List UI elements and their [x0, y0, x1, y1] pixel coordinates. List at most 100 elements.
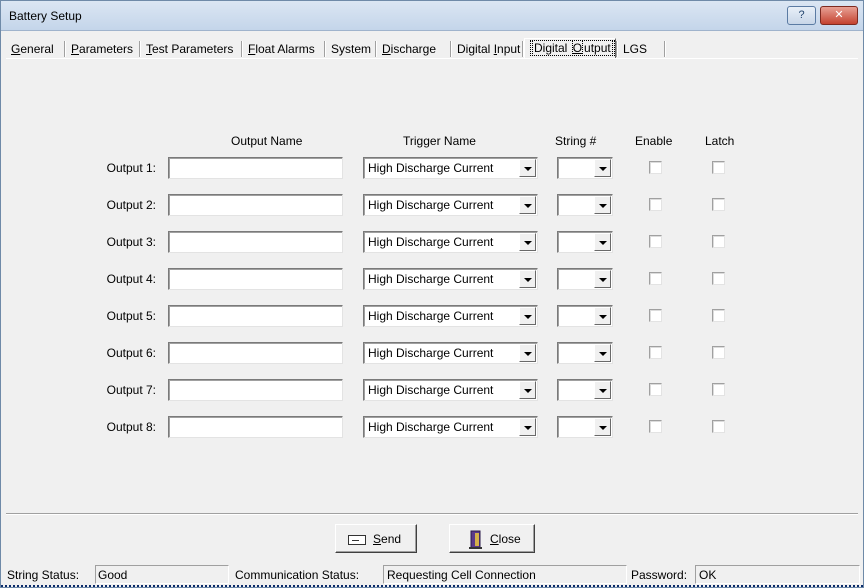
enable-checkbox[interactable]: [649, 420, 662, 433]
string-number-select[interactable]: [557, 157, 613, 179]
column-header-latch: Latch: [705, 134, 735, 148]
column-header-trigger-name: Trigger Name: [403, 134, 476, 148]
status-bar: String Status: Good Communication Status…: [1, 563, 863, 585]
title-bar[interactable]: Battery Setup ? ✕: [1, 1, 863, 31]
chevron-down-icon[interactable]: [594, 270, 611, 288]
output-row: Output 6: High Discharge Current: [1, 342, 863, 364]
output-label: Output 8:: [106, 420, 156, 434]
output-name-input[interactable]: [168, 194, 343, 216]
chevron-down-icon[interactable]: [594, 159, 611, 177]
chevron-down-icon[interactable]: [594, 307, 611, 325]
chevron-down-icon[interactable]: [519, 159, 536, 177]
output-row: Output 5: High Discharge Current: [1, 305, 863, 327]
string-number-select[interactable]: [557, 194, 613, 216]
password-field: [695, 565, 860, 584]
tab-float-alarms[interactable]: Float Alarms: [243, 40, 324, 58]
output-row: Output 1: High Discharge Current: [1, 157, 863, 179]
output-name-input[interactable]: [168, 157, 343, 179]
tab-discharge[interactable]: Discharge: [377, 40, 450, 58]
trigger-name-select[interactable]: High Discharge Current: [363, 305, 538, 327]
enable-checkbox[interactable]: [649, 161, 662, 174]
string-number-select[interactable]: [557, 416, 613, 438]
output-label: Output 5:: [106, 309, 156, 323]
send-button-label: Send: [373, 532, 402, 546]
output-label: Output 1:: [106, 161, 156, 175]
output-row: Output 2: High Discharge Current: [1, 194, 863, 216]
string-status-value: Good: [98, 568, 128, 582]
chevron-down-icon[interactable]: [519, 196, 536, 214]
tab-lgs[interactable]: LGS: [618, 40, 664, 58]
enable-checkbox[interactable]: [649, 235, 662, 248]
trigger-name-value: High Discharge Current: [368, 420, 494, 434]
tab-strip: General Parameters Test Parameters Float Al…: [6, 38, 860, 59]
enable-checkbox[interactable]: [649, 346, 662, 359]
close-icon[interactable]: ✕: [820, 6, 858, 25]
trigger-name-select[interactable]: High Discharge Current: [363, 157, 538, 179]
trigger-name-select[interactable]: High Discharge Current: [363, 342, 538, 364]
communication-status-value: Requesting Cell Connection: [387, 568, 536, 582]
trigger-name-select[interactable]: High Discharge Current: [363, 416, 538, 438]
tab-separator: [664, 41, 666, 57]
string-number-select[interactable]: [557, 231, 613, 253]
latch-checkbox[interactable]: [712, 420, 725, 433]
tab-label: Digital Output: [530, 40, 615, 56]
latch-checkbox[interactable]: [712, 235, 725, 248]
output-name-input[interactable]: [168, 231, 343, 253]
tab-system[interactable]: System: [326, 40, 375, 58]
trigger-name-select[interactable]: High Discharge Current: [363, 194, 538, 216]
trigger-name-value: High Discharge Current: [368, 235, 494, 249]
chevron-down-icon[interactable]: [594, 381, 611, 399]
chevron-down-icon[interactable]: [519, 344, 536, 362]
string-number-select[interactable]: [557, 268, 613, 290]
latch-checkbox[interactable]: [712, 309, 725, 322]
help-icon[interactable]: ?: [787, 6, 816, 25]
string-number-select[interactable]: [557, 379, 613, 401]
trigger-name-value: High Discharge Current: [368, 198, 494, 212]
tab-general[interactable]: General: [6, 40, 64, 58]
tab-parameters[interactable]: Parameters: [66, 40, 139, 58]
string-number-select[interactable]: [557, 305, 613, 327]
chevron-down-icon[interactable]: [594, 418, 611, 436]
output-name-input[interactable]: [168, 305, 343, 327]
close-button[interactable]: Close: [449, 524, 535, 553]
enable-checkbox[interactable]: [649, 272, 662, 285]
chevron-down-icon[interactable]: [519, 381, 536, 399]
trigger-name-select[interactable]: High Discharge Current: [363, 379, 538, 401]
trigger-name-select[interactable]: High Discharge Current: [363, 231, 538, 253]
output-name-input[interactable]: [168, 379, 343, 401]
tab-test-parameters[interactable]: Test Parameters: [141, 40, 241, 58]
chevron-down-icon[interactable]: [519, 270, 536, 288]
chevron-down-icon[interactable]: [519, 307, 536, 325]
tab-label: Float Alarms: [248, 42, 315, 56]
chevron-down-icon[interactable]: [594, 196, 611, 214]
string-number-select[interactable]: [557, 342, 613, 364]
send-button[interactable]: Send: [335, 524, 417, 553]
output-name-input[interactable]: [168, 268, 343, 290]
trigger-name-value: High Discharge Current: [368, 309, 494, 323]
latch-checkbox[interactable]: [712, 272, 725, 285]
chevron-down-icon[interactable]: [594, 233, 611, 251]
tab-baseline: [6, 58, 858, 59]
latch-checkbox[interactable]: [712, 346, 725, 359]
tab-label: Test Parameters: [146, 42, 234, 56]
latch-checkbox[interactable]: [712, 198, 725, 211]
enable-checkbox[interactable]: [649, 383, 662, 396]
trigger-name-select[interactable]: High Discharge Current: [363, 268, 538, 290]
output-label: Output 6:: [106, 346, 156, 360]
chevron-down-icon[interactable]: [594, 344, 611, 362]
tab-digital-output[interactable]: Digital Output: [524, 38, 616, 58]
output-row: Output 8: High Discharge Current: [1, 416, 863, 438]
column-header-string: String #: [555, 134, 597, 148]
column-header-output-name: Output Name: [231, 134, 303, 148]
column-header-enable: Enable: [635, 134, 673, 148]
chevron-down-icon[interactable]: [519, 418, 536, 436]
latch-checkbox[interactable]: [712, 161, 725, 174]
enable-checkbox[interactable]: [649, 309, 662, 322]
latch-checkbox[interactable]: [712, 383, 725, 396]
tab-digital-input[interactable]: Digital Input: [452, 40, 522, 58]
output-name-input[interactable]: [168, 342, 343, 364]
output-name-input[interactable]: [168, 416, 343, 438]
chevron-down-icon[interactable]: [519, 233, 536, 251]
enable-checkbox[interactable]: [649, 198, 662, 211]
button-divider: [6, 513, 858, 515]
